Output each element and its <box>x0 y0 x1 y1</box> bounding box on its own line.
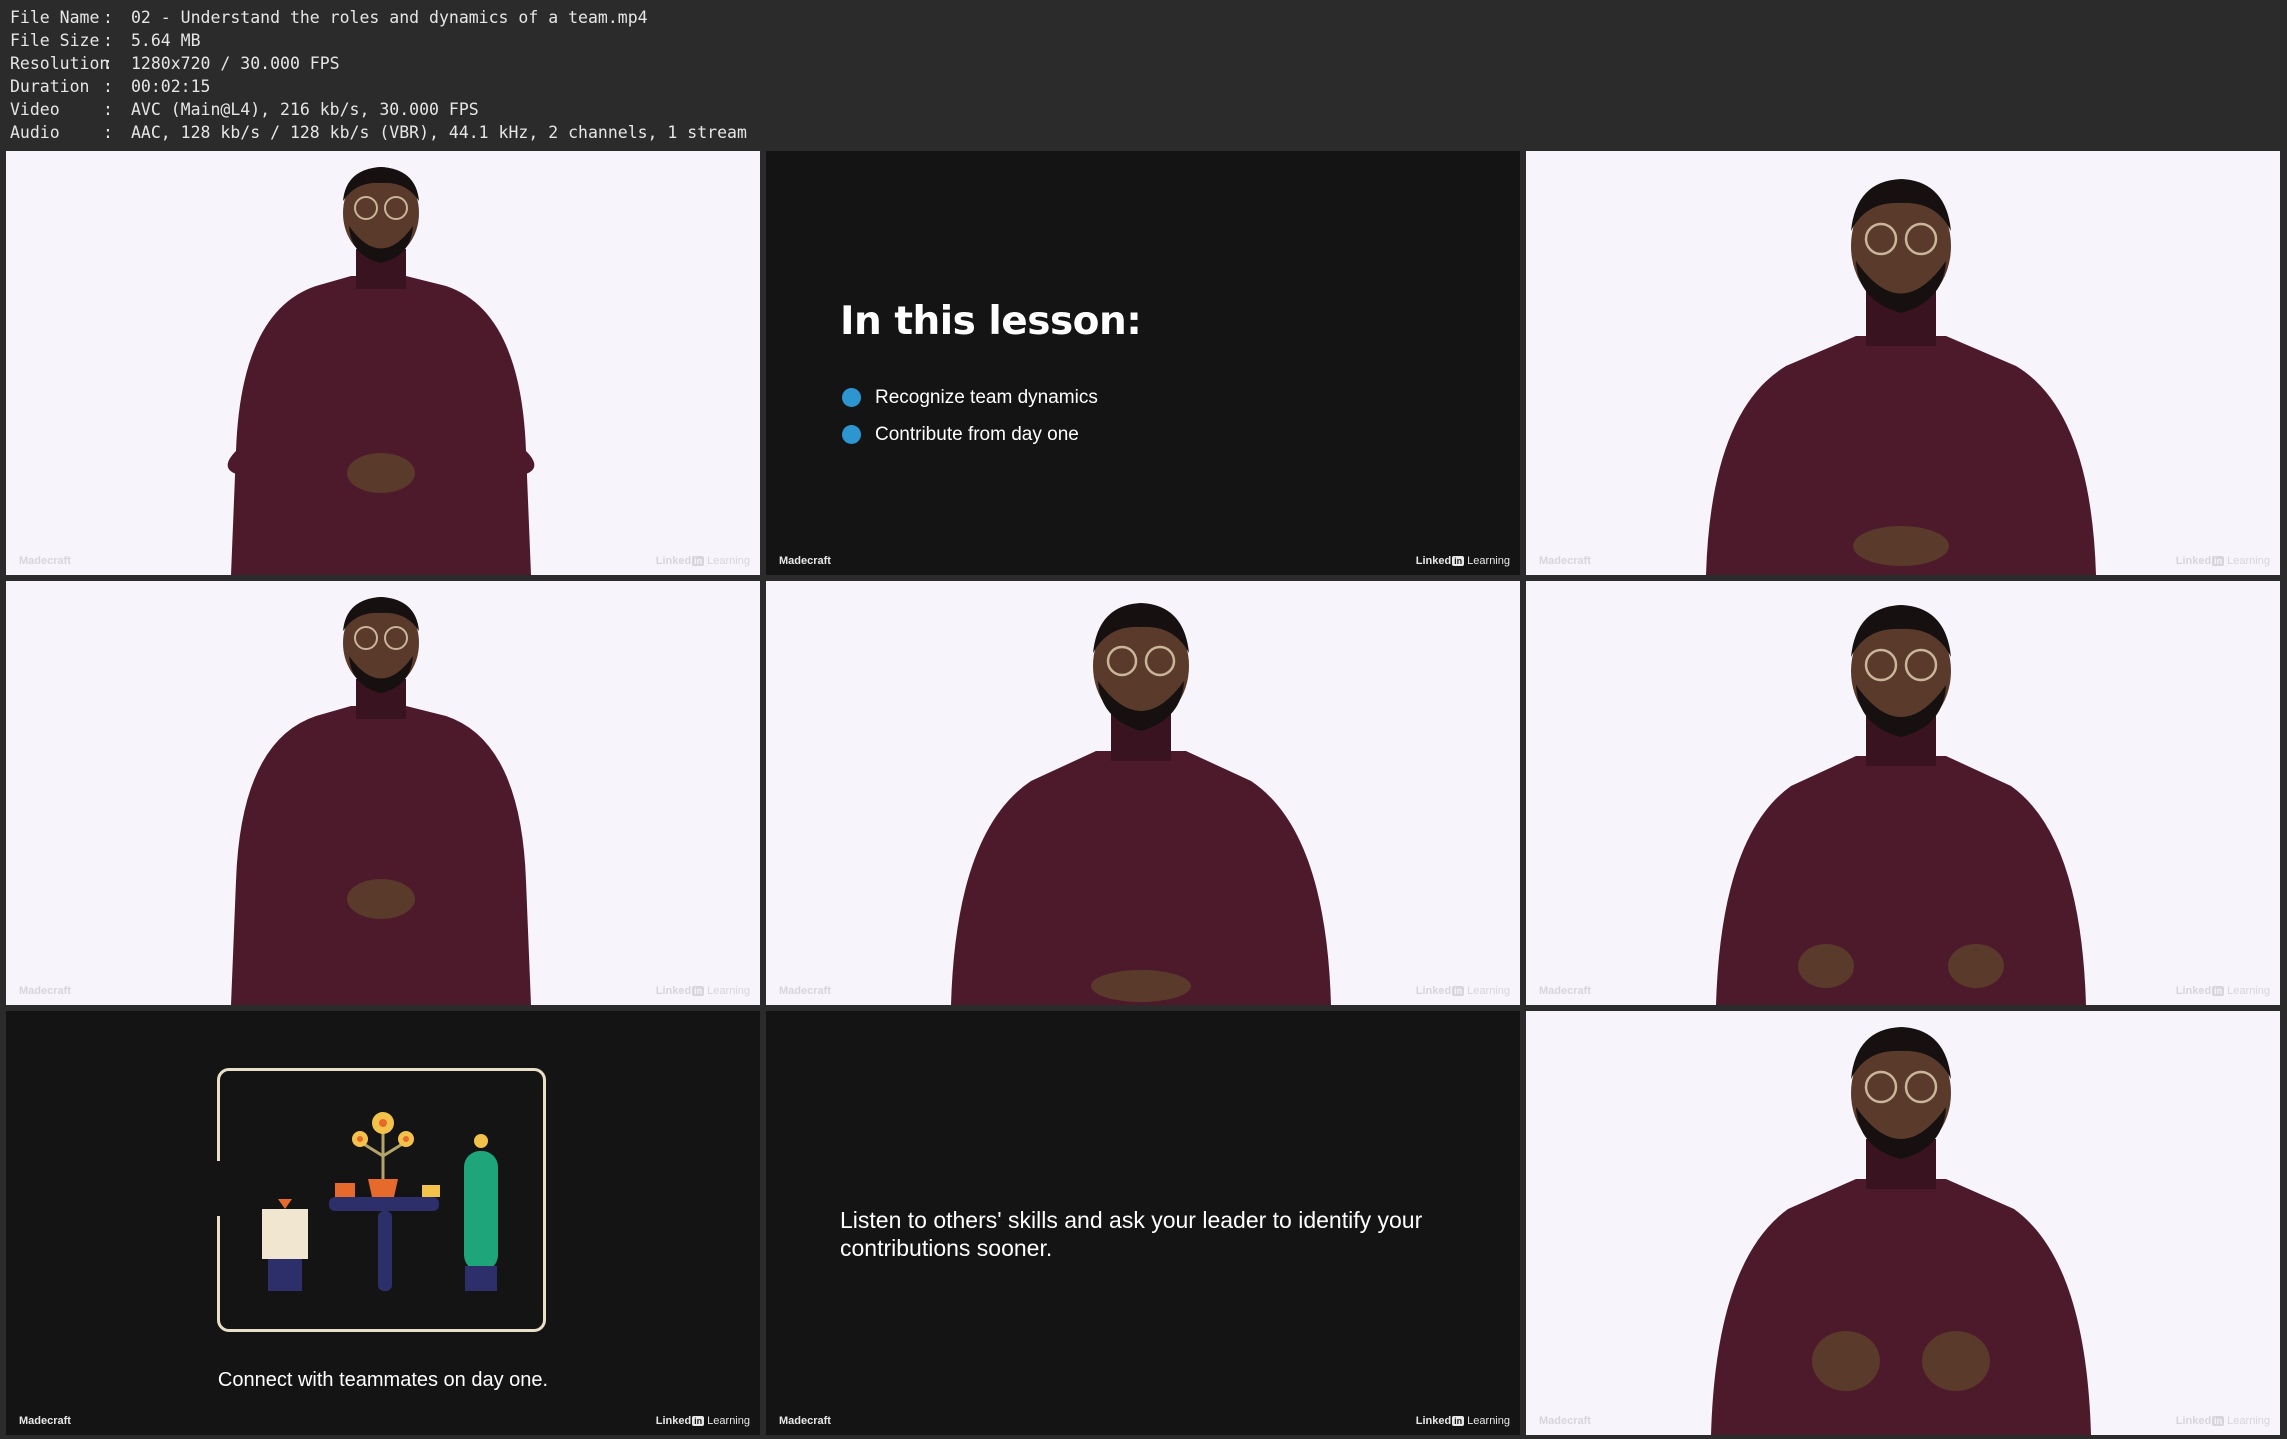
bullet-dot-icon <box>842 425 861 444</box>
learning-wordmark: Learning <box>2227 555 2270 567</box>
file-info-separator: : <box>103 54 113 73</box>
file-info-key: File Size <box>10 31 100 50</box>
lesson-title: In this lesson: <box>840 299 1142 344</box>
linkedin-wordmark: Linked <box>1415 1415 1452 1427</box>
learning-wordmark: Learning <box>707 555 750 567</box>
linkedin-learning-watermark: Linked in Learning <box>656 555 750 567</box>
file-size-value: 5.64 MB <box>131 31 201 50</box>
bullet-dot-icon <box>842 388 861 407</box>
thumbnail-presenter[interactable]: Madecraft Linked in Learning <box>1526 581 2280 1005</box>
duration-value: 00:02:15 <box>131 77 211 96</box>
presenter-figure <box>231 597 531 1005</box>
file-info-separator: : <box>103 31 113 50</box>
thumbnail-grid: Madecraft Linked in Learning In this lesso… <box>6 151 2280 1435</box>
linkedin-in-icon: in <box>2212 986 2225 996</box>
thumbnail-quote-slide[interactable]: Listen to others' skills and ask your le… <box>766 1011 1520 1435</box>
file-info-row: Video: AVC (Main@L4), 216 kb/s, 30.000 FP… <box>10 98 747 121</box>
thumbnail-presenter[interactable]: Madecraft Linked in Learning <box>1526 1011 2280 1435</box>
linkedin-in-icon: in <box>692 556 705 566</box>
linkedin-wordmark: Linked <box>655 985 692 997</box>
madecraft-watermark: Madecraft <box>19 555 71 567</box>
thumbnail-presenter[interactable]: Madecraft Linked in Learning <box>6 151 760 575</box>
presenter-figure <box>951 603 1331 1005</box>
linkedin-wordmark: Linked <box>2175 555 2212 567</box>
presenter-figure <box>1711 1027 2091 1435</box>
linkedin-learning-watermark: Linked in Learning <box>656 985 750 997</box>
file-info-row: Audio: AAC, 128 kb/s / 128 kb/s (VBR), 44… <box>10 121 747 144</box>
lesson-bullet: Contribute from day one <box>842 416 1098 453</box>
thumbnail-illustration-slide[interactable]: Connect with teammates on day one. Madec… <box>6 1011 760 1435</box>
linkedin-wordmark: Linked <box>2175 985 2212 997</box>
linkedin-wordmark: Linked <box>1415 555 1452 567</box>
file-info-key: Resolution <box>10 54 110 73</box>
learning-wordmark: Learning <box>707 1415 750 1427</box>
linkedin-in-icon: in <box>2212 556 2225 566</box>
file-info-row: Duration:00:02:15 <box>10 75 747 98</box>
linkedin-learning-watermark: Linked in Learning <box>1416 555 1510 567</box>
thumbnail-lesson-slide[interactable]: In this lesson: Recognize team dynamics … <box>766 151 1520 575</box>
file-info-row: File Size:5.64 MB <box>10 29 747 52</box>
madecraft-watermark: Madecraft <box>779 555 831 567</box>
thumbnail-presenter[interactable]: Madecraft Linked in Learning <box>1526 151 2280 575</box>
madecraft-watermark: Madecraft <box>779 1415 831 1427</box>
madecraft-watermark: Madecraft <box>1539 555 1591 567</box>
linkedin-wordmark: Linked <box>2175 1415 2212 1427</box>
illustration-caption: Connect with teammates on day one. <box>217 1369 549 1391</box>
linkedin-learning-watermark: Linked in Learning <box>2176 555 2270 567</box>
file-info-key: Audio <box>10 123 60 142</box>
file-info-row: Resolution:1280x720 / 30.000 FPS <box>10 52 747 75</box>
linkedin-wordmark: Linked <box>655 1415 692 1427</box>
thumbnail-presenter[interactable]: Madecraft Linked in Learning <box>766 581 1520 1005</box>
linkedin-wordmark: Linked <box>1415 985 1452 997</box>
linkedin-in-icon: in <box>692 986 705 996</box>
madecraft-watermark: Madecraft <box>19 985 71 997</box>
file-info-key: Video <box>10 100 60 119</box>
linkedin-in-icon: in <box>1452 556 1465 566</box>
linkedin-learning-watermark: Linked in Learning <box>2176 985 2270 997</box>
presenter-figure <box>1716 605 2086 1005</box>
linkedin-learning-watermark: Linked in Learning <box>656 1415 750 1427</box>
presenter-figure <box>1706 179 2096 575</box>
lesson-bullet: Recognize team dynamics <box>842 379 1098 416</box>
linkedin-wordmark: Linked <box>655 555 692 567</box>
learning-wordmark: Learning <box>1467 1415 1510 1427</box>
file-info-separator: : <box>103 100 113 119</box>
thumbnail-presenter[interactable]: Madecraft Linked in Learning <box>6 581 760 1005</box>
audio-value: AAC, 128 kb/s / 128 kb/s (VBR), 44.1 kHz… <box>131 123 747 142</box>
file-name-value: 02 - Understand the roles and dynamics o… <box>131 8 648 27</box>
madecraft-watermark: Madecraft <box>19 1415 71 1427</box>
linkedin-in-icon: in <box>1452 1416 1465 1426</box>
presenter-figure <box>227 167 535 575</box>
quote-text: Listen to others' skills and ask your le… <box>840 1207 1423 1261</box>
file-info-panel: File Name:02 - Understand the roles and … <box>10 6 747 144</box>
linkedin-in-icon: in <box>2212 1416 2225 1426</box>
file-info-key: Duration <box>10 77 90 96</box>
file-info-separator: : <box>103 77 113 96</box>
linkedin-learning-watermark: Linked in Learning <box>1416 1415 1510 1427</box>
linkedin-learning-watermark: Linked in Learning <box>2176 1415 2270 1427</box>
lesson-bullet-text: Contribute from day one <box>875 423 1079 445</box>
resolution-value: 1280x720 / 30.000 FPS <box>131 54 340 73</box>
learning-wordmark: Learning <box>1467 985 1510 997</box>
madecraft-watermark: Madecraft <box>1539 1415 1591 1427</box>
file-info-key: File Name <box>10 8 100 27</box>
file-info-separator: : <box>103 123 113 142</box>
learning-wordmark: Learning <box>707 985 750 997</box>
learning-wordmark: Learning <box>2227 1415 2270 1427</box>
file-info-separator: : <box>103 8 113 27</box>
linkedin-in-icon: in <box>1452 986 1465 996</box>
learning-wordmark: Learning <box>2227 985 2270 997</box>
linkedin-learning-watermark: Linked in Learning <box>1416 985 1510 997</box>
video-value: AVC (Main@L4), 216 kb/s, 30.000 FPS <box>131 100 479 119</box>
learning-wordmark: Learning <box>1467 555 1510 567</box>
madecraft-watermark: Madecraft <box>779 985 831 997</box>
lesson-bullet-text: Recognize team dynamics <box>875 386 1098 408</box>
lesson-bullet-list: Recognize team dynamics Contribute from … <box>842 379 1098 453</box>
file-info-row: File Name:02 - Understand the roles and … <box>10 6 747 29</box>
madecraft-watermark: Madecraft <box>1539 985 1591 997</box>
linkedin-in-icon: in <box>692 1416 705 1426</box>
